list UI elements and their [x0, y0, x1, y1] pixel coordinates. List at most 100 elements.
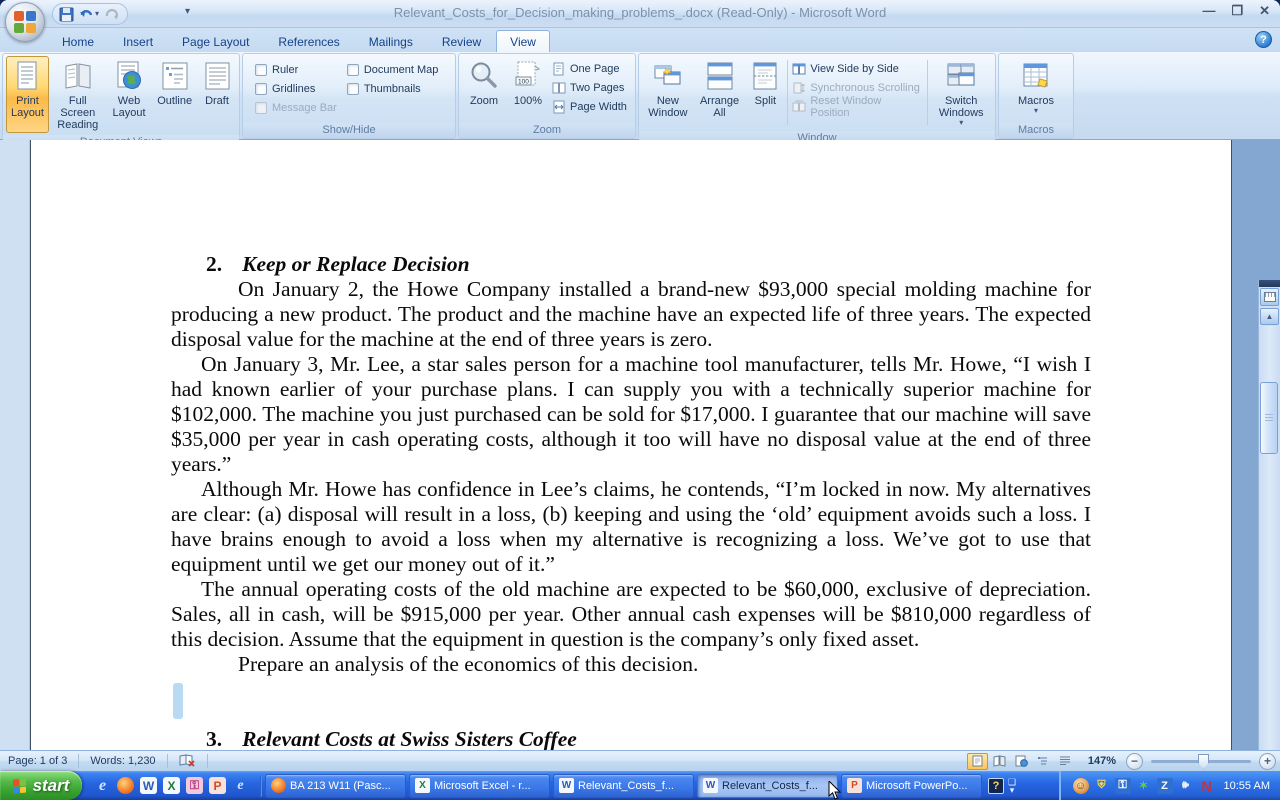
word-icon[interactable]: W [140, 777, 157, 794]
taskbar-button-firefox[interactable]: BA 213 W11 (Pasc... [265, 774, 406, 798]
document-page[interactable]: 2.Keep or Replace Decision On January 2,… [30, 140, 1232, 750]
ruler-icon [1264, 292, 1276, 302]
proofing-book-icon [179, 754, 196, 768]
page-indicator[interactable]: Page: 1 of 3 [4, 755, 71, 767]
tab-view[interactable]: View [496, 30, 550, 52]
synchronous-scrolling-icon [792, 81, 806, 95]
zoom-out-button[interactable]: − [1126, 753, 1143, 770]
checkbox-icon [255, 64, 267, 76]
selection-highlight [173, 683, 183, 719]
powerpoint-icon[interactable]: P [209, 777, 226, 794]
ruler-checkbox[interactable]: Ruler [255, 60, 337, 79]
view-outline-button[interactable] [1033, 753, 1054, 770]
tray-key-icon[interactable]: ⚿ [1115, 778, 1131, 794]
one-page-button[interactable]: One Page [550, 59, 629, 78]
tray-zenworks-icon[interactable]: Z [1157, 778, 1173, 794]
ruler-toggle-button[interactable] [1260, 288, 1279, 306]
taskbar-extras: ? ❏▾ [988, 778, 1016, 794]
arrange-all-button[interactable]: Arrange All [694, 56, 746, 129]
switch-windows-dropdown-arrow-icon: ▾ [959, 119, 963, 127]
zoom-icon [468, 60, 500, 92]
zoom-level[interactable]: 147% [1088, 755, 1116, 767]
message-bar-checkbox: Message Bar [255, 98, 337, 117]
web-layout-mini-icon [1015, 755, 1028, 767]
scrollbar-thumb[interactable] [1260, 382, 1278, 454]
system-tray: ☺ ⛨ ⚿ ✶ Z 🕪 N 10:55 AM [1059, 771, 1280, 800]
internet-explorer-2-icon[interactable]: e [232, 777, 249, 794]
help-tray-icon[interactable]: ? [988, 778, 1004, 794]
taskbar-button-excel[interactable]: X Microsoft Excel - r... [409, 774, 550, 798]
heading-2-number: 2. [206, 252, 222, 276]
tab-mailings[interactable]: Mailings [355, 30, 427, 52]
zoom-in-button[interactable]: + [1259, 753, 1276, 770]
tab-page-layout[interactable]: Page Layout [168, 30, 263, 52]
full-screen-reading-icon [62, 60, 94, 92]
minimize-button[interactable]: — [1202, 4, 1215, 18]
svg-text:100: 100 [518, 79, 529, 86]
office-button[interactable] [5, 2, 45, 42]
taskbar-button-powerpoint[interactable]: P Microsoft PowerPo... [841, 774, 982, 798]
scrollbar-track[interactable] [1259, 326, 1280, 800]
view-web-layout-button[interactable] [1011, 753, 1032, 770]
tab-references[interactable]: References [264, 30, 353, 52]
tray-novell-icon[interactable]: N [1199, 778, 1215, 794]
restore-button[interactable]: ❐ [1231, 4, 1243, 18]
draft-button[interactable]: Draft [198, 56, 236, 133]
taskbar-button-word-1[interactable]: W Relevant_Costs_f... [553, 774, 694, 798]
print-layout-mini-icon [972, 755, 983, 767]
help-button[interactable]: ? [1255, 31, 1272, 48]
web-layout-button[interactable]: Web Layout [107, 56, 152, 133]
switch-windows-button[interactable]: Switch Windows ▾ [930, 56, 992, 129]
tray-star-icon[interactable]: ✶ [1136, 778, 1152, 794]
internet-explorer-icon[interactable]: e [94, 777, 111, 794]
show-hidden-icons-button[interactable]: ❏▾ [1008, 778, 1016, 794]
tab-insert[interactable]: Insert [109, 30, 167, 52]
document-map-checkbox[interactable]: Document Map [347, 60, 439, 79]
taskbar-button-word-2[interactable]: W Relevant_Costs_f... [697, 774, 838, 798]
status-bar: Page: 1 of 3 Words: 1,230 147% − + [0, 750, 1280, 771]
tab-home[interactable]: Home [48, 30, 108, 52]
thumbnails-checkbox[interactable]: Thumbnails [347, 79, 439, 98]
scroll-up-button[interactable]: ▲ [1260, 308, 1279, 325]
new-window-button[interactable]: New Window [642, 56, 694, 129]
quick-launch: e W X ⚿ P e [82, 777, 257, 794]
macros-icon [1020, 60, 1052, 92]
view-print-layout-button[interactable] [967, 753, 988, 770]
gridlines-checkbox[interactable]: Gridlines [255, 79, 337, 98]
proofing-status[interactable] [175, 754, 200, 768]
word-count[interactable]: Words: 1,230 [86, 755, 159, 767]
zoom-100-button[interactable]: 100 100% [506, 56, 550, 121]
group-label-macros: Macros [999, 123, 1073, 138]
heading-3-number: 3. [206, 727, 222, 751]
close-button[interactable]: ✕ [1259, 4, 1270, 18]
access-key-icon[interactable]: ⚿ [186, 777, 203, 794]
tray-volume-icon[interactable]: 🕪 [1178, 778, 1194, 794]
full-screen-reading-button[interactable]: Full Screen Reading [49, 56, 107, 133]
view-side-by-side-button[interactable]: View Side by Side [790, 59, 925, 78]
page-width-button[interactable]: Page Width [550, 97, 629, 116]
firefox-icon[interactable] [117, 777, 134, 794]
print-layout-button[interactable]: Print Layout [6, 56, 49, 133]
group-label-zoom: Zoom [459, 123, 635, 138]
paragraph-4: The annual operating costs of the old ma… [171, 577, 1091, 652]
macros-button[interactable]: Macros ▾ [1009, 56, 1063, 121]
outline-button[interactable]: Outline [151, 56, 198, 133]
view-draft-button[interactable] [1055, 753, 1076, 770]
excel-icon[interactable]: X [163, 777, 180, 794]
split-button[interactable]: Split [745, 56, 785, 129]
paragraph-5: Prepare an analysis of the economics of … [171, 652, 1091, 677]
group-zoom: Zoom 100 100% One Page Two Pages [458, 53, 636, 139]
taskbar-clock[interactable]: 10:55 AM [1224, 780, 1270, 792]
zoom-slider[interactable] [1151, 760, 1251, 763]
zoom-button[interactable]: Zoom [462, 56, 506, 121]
zoom-slider-thumb[interactable] [1198, 754, 1209, 769]
two-pages-button[interactable]: Two Pages [550, 78, 629, 97]
paragraph-2: On January 3, Mr. Lee, a star sales pers… [171, 352, 1091, 477]
split-handle[interactable] [1259, 280, 1280, 287]
view-full-screen-button[interactable] [989, 753, 1010, 770]
tray-messenger-icon[interactable]: ☺ [1073, 778, 1089, 794]
tab-review[interactable]: Review [428, 30, 495, 52]
tray-shield-icon[interactable]: ⛨ [1094, 778, 1110, 794]
windows-flag-icon [13, 778, 28, 793]
start-button[interactable]: start [0, 771, 82, 800]
